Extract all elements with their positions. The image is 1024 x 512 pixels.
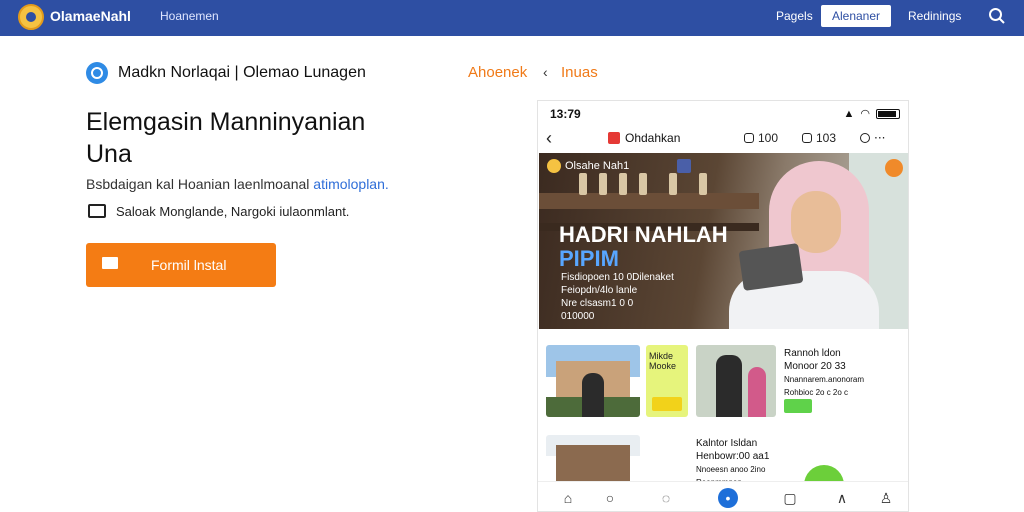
tab-profile-icon[interactable]: ♙ bbox=[876, 488, 896, 508]
thumbnail-image bbox=[696, 345, 776, 417]
bottom-tab-bar: ⌂ ○ ◌ • ▢ ∧ ♙ bbox=[538, 481, 908, 511]
hero-title-line2: PIPIM bbox=[559, 246, 619, 271]
hero-detail-line: Fisdiopoen 10 0Dilenaket bbox=[561, 272, 674, 283]
hero-badge-text: Olsahe Nah1 bbox=[565, 160, 630, 172]
settings-icon bbox=[860, 133, 870, 143]
item-detail: Nnannarem.anonoram bbox=[784, 375, 865, 384]
promo-tile[interactable]: Mikde Mooke bbox=[646, 345, 688, 417]
more-menu[interactable]: ⋅⋅⋅ bbox=[860, 131, 885, 145]
bottle-graphic bbox=[669, 173, 677, 195]
nav-link-primary[interactable]: Ahoenek bbox=[468, 64, 527, 81]
promo-tile-label: Mikde Mooke bbox=[649, 351, 677, 371]
bottle-graphic bbox=[599, 173, 607, 195]
ad-badge-icon bbox=[885, 159, 903, 177]
tab-activity-icon[interactable]: ∧ bbox=[832, 488, 852, 508]
battery-icon bbox=[876, 108, 900, 119]
lock-icon bbox=[744, 133, 754, 143]
screen-icon bbox=[88, 204, 106, 218]
promo-tile-pill bbox=[652, 397, 682, 411]
tab-search-icon[interactable]: ○ bbox=[600, 488, 620, 508]
phone-mockup: 13:79 ▲ ◠ ‹ Ohdahkan 100 103 ⋅⋅⋅ Olsahe … bbox=[537, 100, 909, 512]
list-item[interactable]: Mikde Mooke Rannoh ldon Monoor 20 33 Nna… bbox=[546, 345, 906, 425]
item-subtitle: Henbowr:00 aa1 bbox=[696, 451, 770, 462]
nav-link-home[interactable]: Hoanemen bbox=[160, 9, 219, 23]
item-title: Kalntor Isldan bbox=[696, 438, 758, 449]
item-meta: Rannoh ldon Monoor 20 33 Nnannarem.anono… bbox=[784, 347, 864, 399]
bottle-graphic bbox=[619, 173, 627, 195]
badge-logo-icon bbox=[547, 159, 561, 173]
face-graphic bbox=[791, 191, 841, 253]
app-bar: ‹ Ohdahkan 100 103 ⋅⋅⋅ bbox=[538, 127, 908, 151]
back-icon[interactable]: ‹ bbox=[546, 127, 552, 149]
channel-name[interactable]: Ohdahkan bbox=[625, 131, 680, 145]
hero-title: HADRI NAHLAH PIPIM bbox=[559, 223, 728, 271]
item-detail: Nnoeesn anoo 2ino bbox=[696, 465, 766, 474]
page-title: Elemgasin Manninyanian Una bbox=[86, 108, 366, 168]
thumbnail-image bbox=[546, 345, 640, 417]
tab-inbox-icon[interactable]: ▢ bbox=[780, 488, 800, 508]
stat-two-value: 103 bbox=[816, 131, 837, 145]
hero-details: Fisdiopoen 10 0Dilenaket Feiopdn/4lo lan… bbox=[561, 271, 674, 323]
install-button[interactable]: Formil lnstal bbox=[86, 243, 276, 287]
tab-home-icon[interactable]: ⌂ bbox=[558, 488, 578, 508]
person-graphic bbox=[716, 355, 742, 417]
thumbnail-image bbox=[546, 435, 640, 481]
item-title: Rannoh ldon bbox=[784, 348, 841, 359]
note-text: Saloak Monglande, Nargoki iulaonmlant. bbox=[116, 204, 350, 219]
tab-explore-icon[interactable]: ◌ bbox=[656, 488, 676, 508]
hero-detail-line: Nre clsasm1 0 0 bbox=[561, 298, 634, 309]
nav-link-secondary[interactable]: Inuas bbox=[561, 64, 598, 81]
app-title[interactable]: OlamaeNahl bbox=[50, 8, 131, 24]
comment-icon bbox=[802, 133, 812, 143]
top-action-button[interactable]: Alenaner bbox=[821, 5, 891, 27]
breadcrumb: Madkn Norlaqai | Olemao Lunagen bbox=[118, 64, 366, 81]
nav-link-pages[interactable]: Pagels bbox=[776, 9, 813, 23]
item-subtitle: Monoor 20 33 bbox=[784, 361, 846, 372]
channel-icon bbox=[608, 132, 620, 144]
install-button-label: Formil lnstal bbox=[151, 257, 227, 273]
search-circle-icon bbox=[86, 62, 108, 84]
search-icon[interactable] bbox=[988, 7, 1006, 25]
hero-person-image bbox=[729, 161, 879, 329]
person-graphic bbox=[582, 373, 604, 417]
nav-separator: ‹ bbox=[543, 64, 548, 80]
stat-two[interactable]: 103 bbox=[802, 131, 836, 145]
person-graphic bbox=[748, 367, 766, 417]
stat-one[interactable]: 100 bbox=[744, 131, 778, 145]
wifi-icon: ◠ bbox=[860, 108, 870, 120]
hero-badge: Olsahe Nah1 bbox=[547, 159, 629, 173]
hero-title-line1: HADRI NAHLAH bbox=[559, 222, 728, 247]
item-detail: Rohbioc 2o c 2o c bbox=[784, 388, 849, 397]
mail-icon bbox=[102, 257, 118, 269]
top-bar: OlamaeNahl Hoanemen Pagels Alenaner Redi… bbox=[0, 0, 1024, 36]
house-graphic bbox=[556, 445, 630, 481]
bottle-graphic bbox=[579, 173, 587, 195]
status-icons: ▲ ◠ bbox=[843, 107, 900, 120]
bottle-graphic bbox=[699, 173, 707, 195]
subtitle: Bsbdaigan kal Hoanian laenlmoanal atimol… bbox=[86, 176, 389, 192]
tab-active-icon[interactable]: • bbox=[718, 488, 738, 508]
subtitle-link[interactable]: atimoloplan. bbox=[313, 176, 389, 192]
signal-icon: ▲ bbox=[843, 107, 855, 120]
nav-link-login[interactable]: Redinings bbox=[908, 9, 961, 23]
tablet-graphic bbox=[738, 243, 804, 291]
subtitle-text: Bsbdaigan kal Hoanian laenlmoanal bbox=[86, 176, 310, 192]
bottle-graphic bbox=[639, 173, 647, 195]
shelf-graphic bbox=[539, 193, 759, 209]
hero-detail-line: Feiopdn/4lo lanle bbox=[561, 285, 638, 296]
hero-detail-line: 010000 bbox=[561, 311, 595, 322]
app-logo-icon[interactable] bbox=[18, 4, 44, 30]
status-time: 13:79 bbox=[550, 107, 581, 121]
bookmark-icon[interactable] bbox=[677, 159, 691, 173]
action-pill[interactable] bbox=[784, 399, 812, 413]
stat-one-value: 100 bbox=[758, 131, 779, 145]
hero-banner[interactable]: Olsahe Nah1 HADRI NAHLAH PIPIM Fisdiopoe… bbox=[539, 153, 908, 329]
